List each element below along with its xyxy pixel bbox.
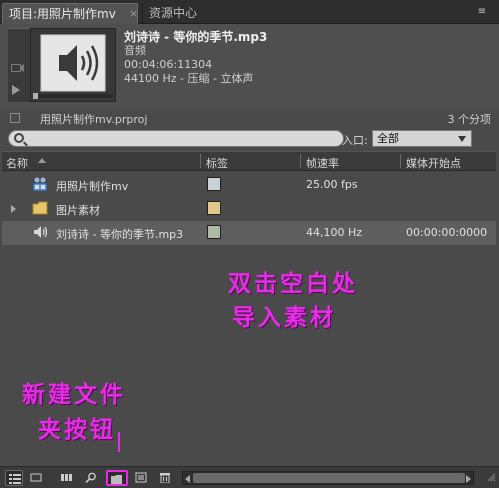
- clip-format: 44100 Hz - 压缩 - 立体声: [124, 72, 254, 85]
- label-swatch[interactable]: [207, 177, 221, 191]
- clip-type: 音频: [124, 44, 146, 57]
- trash-icon: [160, 473, 170, 483]
- annotation-text: 新建文件: [22, 381, 126, 408]
- icon-view-icon: [30, 473, 42, 482]
- list-item[interactable]: 刘诗诗 - 等你的季节.mp3 44,100 Hz 00:00:00:0000: [2, 221, 496, 245]
- preview-scrubber[interactable]: [33, 93, 113, 99]
- entry-select[interactable]: 全部: [372, 130, 472, 147]
- folder-icon: [32, 201, 48, 215]
- new-bin-icon: [111, 475, 122, 484]
- audio-icon: [32, 225, 48, 239]
- item-frame-rate: 44,100 Hz: [306, 226, 363, 239]
- annotation-text: 夹按钮: [38, 416, 116, 443]
- resize-grip-icon[interactable]: [486, 472, 496, 482]
- speaker-icon: [40, 34, 106, 92]
- chevron-down-icon: [458, 136, 466, 142]
- list-view-button[interactable]: [5, 470, 23, 486]
- clip-info: 刘诗诗 - 等你的季节.mp3 音频 00:04:06:11304 44100 …: [124, 30, 267, 86]
- preview-thumbnail: [30, 28, 116, 102]
- expand-triangle-icon[interactable]: [11, 205, 16, 213]
- annotation-text: 双击空白处: [228, 270, 358, 297]
- find-button[interactable]: [82, 470, 100, 486]
- horizontal-scrollbar[interactable]: [182, 471, 474, 485]
- project-file-row: 用照片制作mv.prproj 3 个分项: [0, 108, 499, 128]
- column-divider[interactable]: [300, 154, 301, 168]
- sort-ascending-icon[interactable]: [38, 158, 46, 163]
- icon-view-button[interactable]: [27, 470, 45, 486]
- search-icon: [14, 133, 24, 143]
- column-frame-rate[interactable]: 帧速率: [306, 155, 339, 171]
- list-item[interactable]: 用照片制作mv 25.00 fps: [2, 173, 496, 197]
- panel-menu-icon[interactable]: ≡: [473, 6, 491, 18]
- annotation-pointer-line: [118, 432, 120, 452]
- scroll-left-icon[interactable]: [185, 475, 190, 483]
- project-file-name: 用照片制作mv.prproj: [40, 113, 148, 126]
- tab-resource-center-label: 资源中心: [149, 6, 198, 20]
- panel-tab-bar: 项目:用照片制作mv × 资源中心 ≡: [0, 0, 499, 24]
- entry-select-value: 全部: [377, 132, 399, 145]
- bottom-toolbar: [0, 466, 499, 488]
- automate-to-sequence-icon: [61, 474, 72, 481]
- search-input[interactable]: [8, 130, 344, 147]
- scroll-right-icon[interactable]: [466, 475, 471, 483]
- list-view-icon: [9, 474, 21, 484]
- entry-label: 入口:: [342, 134, 368, 147]
- item-media-start: 00:00:00:0000: [406, 226, 488, 239]
- column-media-start[interactable]: 媒体开始点: [406, 155, 461, 171]
- new-bin-button[interactable]: [106, 470, 128, 486]
- clip-name: 刘诗诗 - 等你的季节.mp3: [124, 30, 268, 44]
- item-count: 3 个分项: [447, 113, 492, 126]
- sequence-icon: [32, 177, 48, 192]
- tab-project[interactable]: 项目:用照片制作mv ×: [2, 3, 138, 24]
- label-swatch[interactable]: [207, 201, 221, 215]
- search-row: 入口: 全部: [0, 128, 499, 150]
- annotation-text: 导入素材: [232, 304, 336, 331]
- item-name: 刘诗诗 - 等你的季节.mp3: [56, 228, 184, 241]
- find-icon: [85, 472, 96, 483]
- preview-area: 刘诗诗 - 等你的季节.mp3 音频 00:04:06:11304 44100 …: [0, 24, 499, 108]
- item-name: 图片素材: [56, 204, 100, 217]
- list-item[interactable]: 图片素材: [2, 197, 496, 221]
- preview-side-controls: [8, 28, 30, 102]
- column-header: 名称 标签 帧速率 媒体开始点: [2, 151, 496, 171]
- new-item-icon: [135, 472, 147, 483]
- column-divider[interactable]: [200, 154, 201, 168]
- poster-frame-icon[interactable]: [11, 63, 25, 73]
- tab-resource-center[interactable]: 资源中心: [142, 3, 224, 24]
- label-swatch[interactable]: [207, 225, 221, 239]
- new-item-button[interactable]: [132, 470, 150, 486]
- project-file-icon: [10, 113, 20, 123]
- item-frame-rate: 25.00 fps: [306, 178, 358, 191]
- tab-project-label: 项目:用照片制作mv: [9, 7, 116, 21]
- play-icon[interactable]: [12, 85, 20, 95]
- scrollbar-thumb[interactable]: [193, 473, 465, 483]
- close-icon[interactable]: ×: [129, 4, 138, 24]
- item-name: 用照片制作mv: [56, 180, 129, 193]
- clip-duration: 00:04:06:11304: [124, 58, 213, 71]
- column-name[interactable]: 名称: [6, 155, 28, 171]
- column-label[interactable]: 标签: [206, 155, 228, 171]
- clear-button[interactable]: [156, 470, 174, 486]
- automate-to-sequence-button[interactable]: [58, 470, 76, 486]
- column-divider[interactable]: [400, 154, 401, 168]
- preview-scrubber-handle[interactable]: [33, 93, 38, 99]
